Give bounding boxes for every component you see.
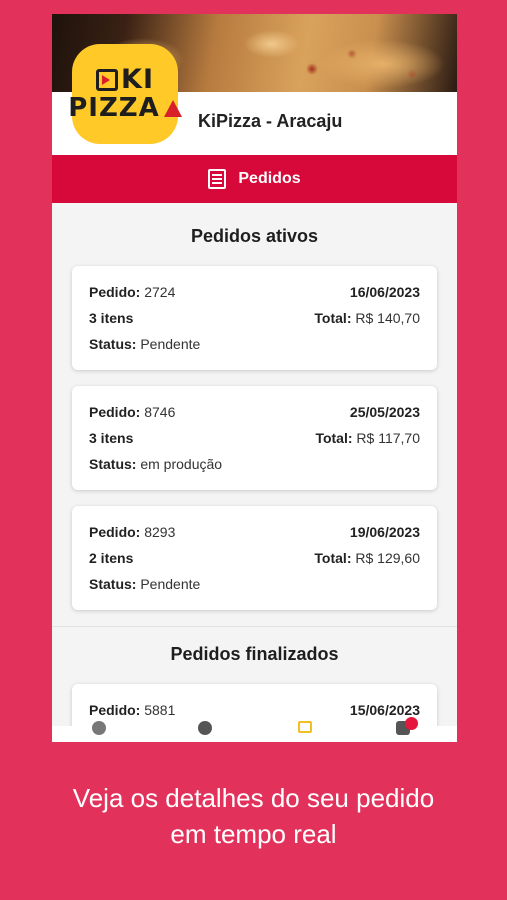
order-row-top: Pedido: 8293 19/06/2023	[89, 524, 420, 540]
active-orders-list: Pedido: 2724 16/06/2023 3 itens Total: R…	[52, 266, 457, 610]
store-name: KiPizza - Aracaju	[198, 111, 343, 131]
order-id: Pedido: 8746	[89, 404, 176, 420]
order-status: Status: em produção	[89, 456, 223, 472]
order-card[interactable]: Pedido: 2724 16/06/2023 3 itens Total: R…	[72, 266, 437, 370]
logo-pizza-text: PIZZA	[68, 93, 160, 123]
order-row-middle: 2 itens Total: R$ 129,60	[89, 550, 420, 566]
order-id: Pedido: 2724	[89, 284, 176, 300]
order-row-top: Pedido: 5881 15/06/2023	[89, 702, 420, 718]
logo-bottom-row: PIZZA	[68, 95, 182, 121]
logo-top-row: KI	[96, 64, 154, 95]
order-status: Status: Pendente	[89, 576, 201, 592]
orders-icon[interactable]	[298, 721, 312, 733]
order-card[interactable]: Pedido: 8293 19/06/2023 2 itens Total: R…	[72, 506, 437, 610]
logo-ki-text: KI	[121, 64, 154, 95]
order-id: Pedido: 8293	[89, 524, 176, 540]
order-items-count: 3 itens	[89, 310, 134, 326]
order-total: Total: R$ 117,70	[315, 430, 420, 446]
order-items-count: 2 itens	[89, 550, 134, 566]
order-row-bottom: Status: Pendente	[89, 336, 420, 352]
orders-content[interactable]: Pedidos ativos Pedido: 2724 16/06/2023 3…	[52, 203, 457, 742]
order-row-bottom: Status: Pendente	[89, 576, 420, 592]
order-date: 25/05/2023	[349, 404, 420, 420]
user-icon[interactable]	[198, 721, 212, 735]
cart-badge	[405, 717, 418, 730]
home-icon[interactable]	[92, 721, 106, 735]
order-total: Total: R$ 140,70	[314, 310, 420, 326]
order-row-bottom: Status: em produção	[89, 456, 420, 472]
kipizza-logo: KI PIZZA	[68, 44, 182, 144]
order-items-count: 3 itens	[89, 430, 134, 446]
order-date: 15/06/2023	[349, 702, 420, 718]
order-status: Status: Pendente	[89, 336, 201, 352]
caption-line-2: em tempo real	[170, 819, 337, 849]
order-id: Pedido: 5881	[89, 702, 176, 718]
store-header: KI PIZZA KiPizza - Aracaju	[52, 14, 457, 155]
logo-triangle-icon	[163, 99, 182, 117]
order-total: Total: R$ 129,60	[314, 550, 420, 566]
caption-line-1: Veja os detalhes do seu pedido	[72, 783, 435, 813]
order-row-top: Pedido: 8746 25/05/2023	[89, 404, 420, 420]
order-date: 16/06/2023	[349, 284, 420, 300]
order-row-middle: 3 itens Total: R$ 117,70	[89, 430, 420, 446]
tab-pedidos-label: Pedidos	[238, 170, 301, 187]
promo-caption: Veja os detalhes do seu pedido em tempo …	[0, 780, 507, 852]
receipt-icon	[208, 169, 227, 189]
app-screen: KI PIZZA KiPizza - Aracaju Pedidos Pedid…	[52, 14, 457, 742]
order-row-middle: 3 itens Total: R$ 140,70	[89, 310, 420, 326]
tab-pedidos[interactable]: Pedidos	[52, 155, 457, 203]
active-orders-title: Pedidos ativos	[190, 226, 319, 246]
order-card[interactable]: Pedido: 8746 25/05/2023 3 itens Total: R…	[72, 386, 437, 490]
finished-orders-title: Pedidos finalizados	[170, 644, 339, 664]
logo-play-mark-icon	[96, 69, 119, 91]
order-date: 19/06/2023	[349, 524, 420, 540]
bottom-navigation	[52, 717, 457, 742]
order-row-top: Pedido: 2724 16/06/2023	[89, 284, 420, 300]
